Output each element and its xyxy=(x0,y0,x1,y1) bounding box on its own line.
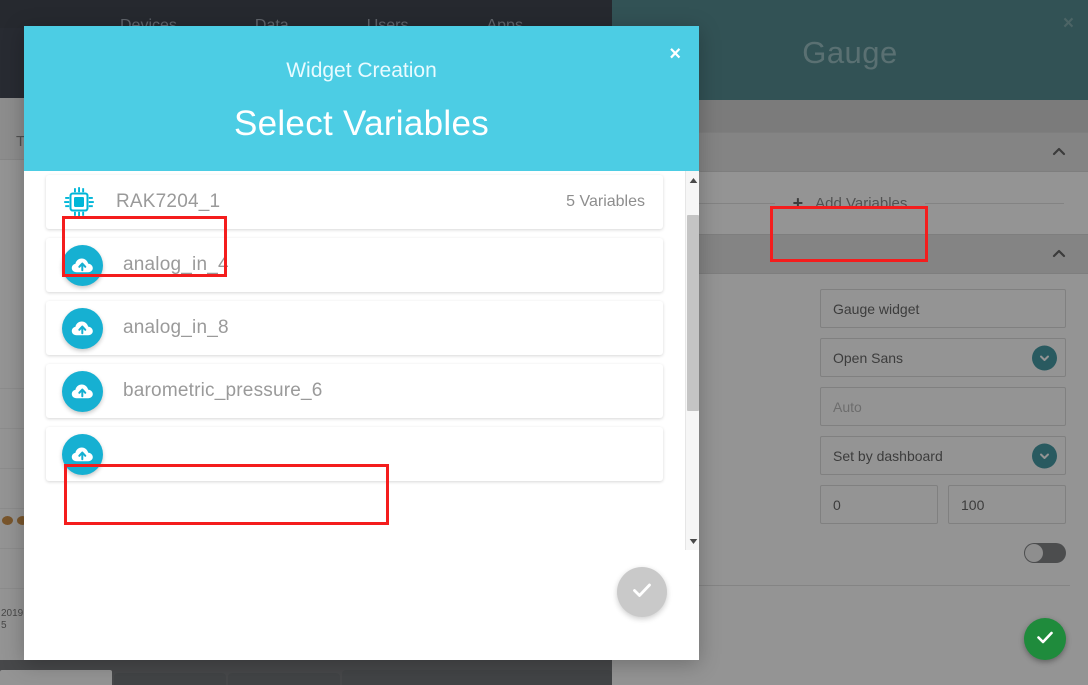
list-item[interactable]: analog_in_4 xyxy=(46,238,663,292)
check-icon xyxy=(629,577,655,608)
cloud-upload-icon xyxy=(62,244,103,286)
list-scrollbar[interactable] xyxy=(685,171,699,550)
modal-footer xyxy=(24,550,699,660)
list-item-label: analog_in_4 xyxy=(123,254,229,275)
save-widget-button[interactable] xyxy=(1024,618,1066,660)
list-item[interactable] xyxy=(46,427,663,481)
list-item-label: analog_in_8 xyxy=(123,317,229,338)
variable-list-inner: RAK7204_1 5 Variables analog_in_4 analog… xyxy=(24,171,685,490)
app-root: Devices Data Users Apps Th 20195 Gauge xyxy=(0,0,1088,685)
scrollbar-thumb[interactable] xyxy=(687,215,699,411)
triangle-down-icon[interactable] xyxy=(686,534,699,548)
check-icon xyxy=(1034,626,1056,653)
triangle-up-icon[interactable] xyxy=(686,173,699,187)
modal-subtitle: Widget Creation xyxy=(286,59,437,82)
list-item[interactable]: RAK7204_1 5 Variables xyxy=(46,175,663,229)
variable-list: RAK7204_1 5 Variables analog_in_4 analog… xyxy=(24,171,685,550)
modal-title: Select Variables xyxy=(233,104,490,143)
cloud-upload-icon xyxy=(62,370,103,412)
chip-icon xyxy=(62,185,96,219)
list-item-label: RAK7204_1 xyxy=(116,191,221,212)
modal-confirm-button[interactable] xyxy=(617,567,667,617)
cloud-upload-icon xyxy=(62,307,103,349)
list-item-count: 5 Variables xyxy=(566,193,645,210)
select-variables-modal: × Widget Creation Select Variables RAK72… xyxy=(24,26,699,660)
list-item[interactable]: analog_in_8 xyxy=(46,301,663,355)
cloud-upload-icon xyxy=(62,433,103,475)
list-item-label: barometric_pressure_6 xyxy=(123,380,323,401)
modal-header: × Widget Creation Select Variables xyxy=(24,26,699,171)
modal-body: RAK7204_1 5 Variables analog_in_4 analog… xyxy=(24,171,699,550)
list-item[interactable]: barometric_pressure_6 xyxy=(46,364,663,418)
